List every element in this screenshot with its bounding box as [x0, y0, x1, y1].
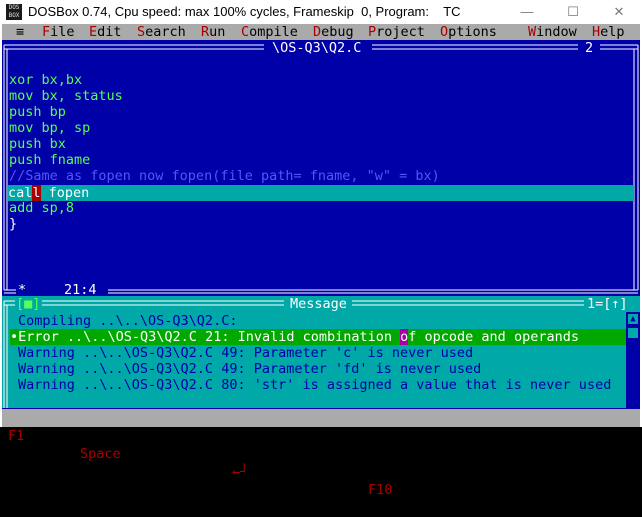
code-line: push bx: [9, 136, 66, 152]
message-line[interactable]: Warning ..\..\OS-Q3\Q2.C 80: 'str' is as…: [18, 377, 628, 393]
menu-search[interactable]: Search: [137, 24, 186, 40]
code-line: xor bx,bx: [9, 72, 83, 88]
maximize-button[interactable]: ☐: [550, 0, 596, 24]
code-line: }: [9, 216, 18, 232]
menu-options[interactable]: Options: [440, 24, 497, 40]
code-line: add sp,8: [9, 200, 75, 216]
current-line-after-cursor: fopen: [40, 185, 90, 201]
status-space[interactable]: Space View source: [80, 445, 218, 463]
menu-window[interactable]: Window: [528, 24, 577, 40]
status-bar: F1 Help Space View source ←┘ Edit source…: [2, 409, 640, 498]
message-title: Message: [290, 296, 347, 312]
menu-edit[interactable]: Edit: [89, 24, 122, 40]
dosbox-app-icon: DOS BOX: [6, 4, 22, 20]
scroll-thumb[interactable]: [628, 328, 638, 338]
editor-window-number: 2: [585, 40, 594, 56]
message-close-box[interactable]: [■]: [16, 296, 44, 312]
message-line-selected[interactable]: •Error ..\..\OS-Q3\Q2.C 21: Invalid comb…: [10, 329, 634, 345]
menu-file[interactable]: File: [42, 24, 75, 40]
system-menu[interactable]: ≡: [16, 24, 24, 40]
menu-compile[interactable]: Compile: [241, 24, 298, 40]
minimize-button[interactable]: —: [504, 0, 550, 24]
message-scrollbar[interactable]: ▲: [626, 312, 640, 408]
status-enter[interactable]: ←┘ Edit source: [232, 463, 354, 481]
enter-key-icon: ←┘: [232, 464, 249, 480]
dosbox-window: DOS BOX DOSBox 0.74, Cpu speed: max 100%…: [0, 0, 642, 498]
current-code-line[interactable]: call fopen: [8, 185, 634, 201]
menu-bar: ≡ File Edit Search Run Compile Debug Pro…: [2, 24, 640, 40]
code-line: push bp: [9, 104, 66, 120]
text-cursor: l: [32, 185, 41, 201]
status-f1[interactable]: F1 Help: [8, 427, 65, 445]
code-line: mov bp, sp: [9, 120, 91, 136]
status-f10[interactable]: F10 Menu: [368, 481, 433, 499]
window-title-bar: DOS BOX DOSBox 0.74, Cpu speed: max 100%…: [0, 0, 642, 24]
message-window-number[interactable]: 1=[↑]: [587, 296, 639, 312]
current-line-before-cursor: cal: [8, 185, 33, 201]
message-line[interactable]: Compiling ..\..\OS-Q3\Q2.C:: [18, 313, 618, 329]
editor-filename: \OS-Q3\Q2.C: [272, 40, 362, 56]
code-comment-line: //Same as fopen now fopen(file path= fna…: [9, 168, 440, 184]
menu-run[interactable]: Run: [201, 24, 225, 40]
message-window: [■] Message 1=[↑] Compiling ..\..\OS-Q3\…: [2, 296, 640, 408]
close-button[interactable]: ✕: [596, 0, 642, 24]
scroll-up-icon[interactable]: ▲: [628, 314, 638, 324]
menu-help[interactable]: Help: [592, 24, 625, 40]
dos-screen: ≡ File Edit Search Run Compile Debug Pro…: [2, 24, 640, 498]
code-line: mov bx, status: [9, 88, 123, 104]
menu-project[interactable]: Project: [368, 24, 425, 40]
menu-debug[interactable]: Debug: [313, 24, 354, 40]
message-line[interactable]: Warning ..\..\OS-Q3\Q2.C 49: Parameter '…: [18, 361, 618, 377]
code-line: push fname: [9, 152, 91, 168]
message-line[interactable]: Warning ..\..\OS-Q3\Q2.C 49: Parameter '…: [18, 345, 618, 361]
window-title: DOSBox 0.74, Cpu speed: max 100% cycles,…: [28, 4, 461, 19]
